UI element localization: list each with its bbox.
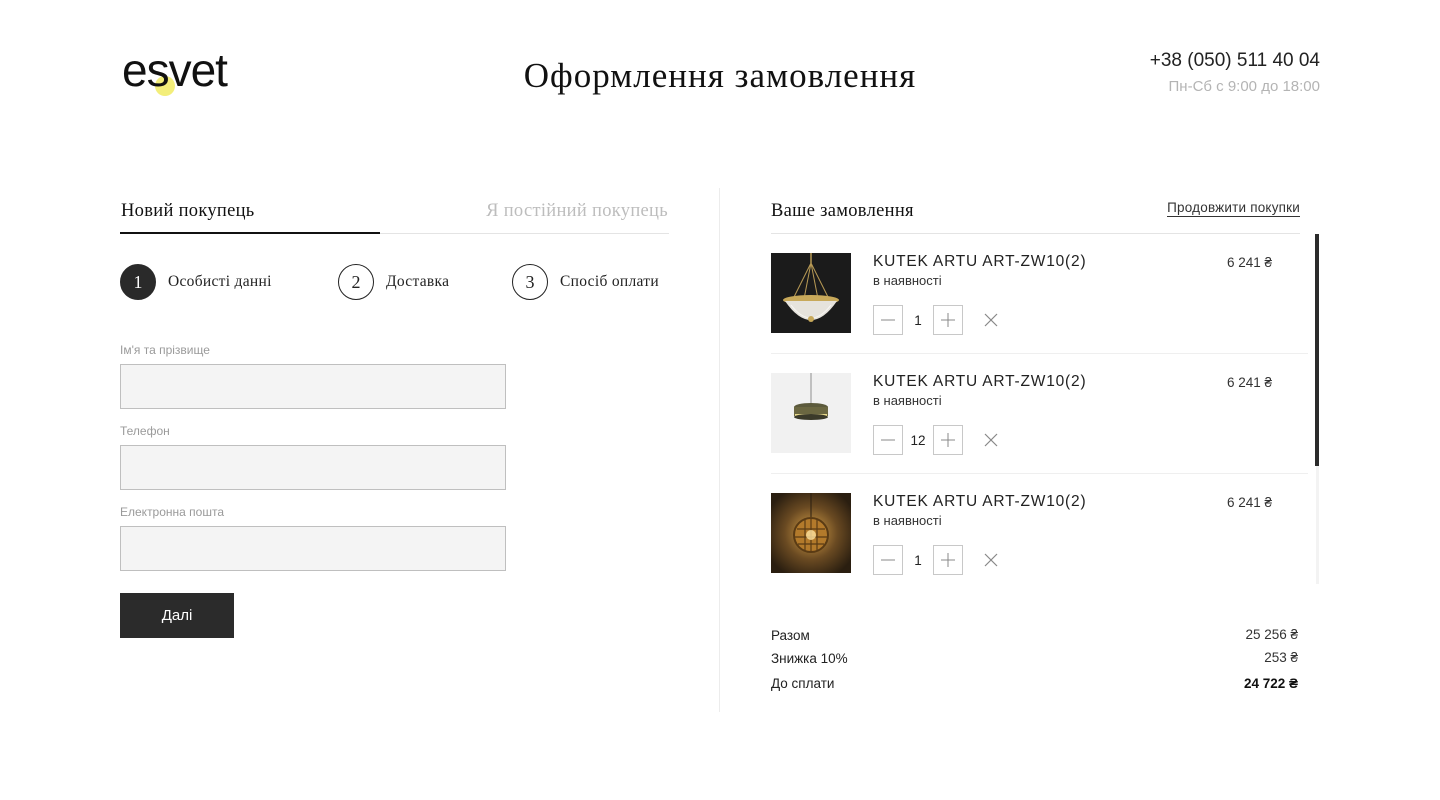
quantity-value[interactable]: 1 xyxy=(903,313,933,328)
plus-icon xyxy=(941,553,955,567)
step-label: Спосіб оплати xyxy=(560,273,659,290)
step-delivery[interactable]: 2 Доставка xyxy=(338,264,449,300)
plus-icon xyxy=(941,313,955,327)
name-field-label: Ім'я та прізвище xyxy=(120,343,210,357)
quantity-stepper: 12 xyxy=(873,425,999,455)
quantity-value[interactable]: 12 xyxy=(903,433,933,448)
tab-regular-customer[interactable]: Я постійний покупець xyxy=(486,201,668,222)
minus-icon xyxy=(881,559,895,561)
continue-shopping-link[interactable]: Продовжити покупки xyxy=(1167,200,1300,217)
product-image[interactable] xyxy=(771,253,851,333)
decrease-quantity-button[interactable] xyxy=(873,425,903,455)
stock-status: в наявності xyxy=(873,393,942,408)
discount-value: 253 ₴ xyxy=(1264,650,1298,665)
increase-quantity-button[interactable] xyxy=(933,425,963,455)
product-price: 6 241 ₴ xyxy=(1226,375,1272,390)
increase-quantity-button[interactable] xyxy=(933,545,963,575)
minus-icon xyxy=(881,439,895,441)
contact-phone[interactable]: +38 (050) 511 40 04 xyxy=(1150,50,1320,72)
subtotal-value: 25 256 ₴ xyxy=(1245,627,1298,642)
column-divider xyxy=(719,188,720,712)
email-field[interactable] xyxy=(120,526,506,571)
tab-new-customer[interactable]: Новий покупець xyxy=(121,201,255,222)
close-icon xyxy=(984,553,998,567)
stock-status: в наявності xyxy=(873,273,942,288)
increase-quantity-button[interactable] xyxy=(933,305,963,335)
step-number: 2 xyxy=(338,264,374,300)
step-number: 3 xyxy=(512,264,548,300)
subtotal-label: Разом xyxy=(771,628,810,643)
decrease-quantity-button[interactable] xyxy=(873,305,903,335)
item-separator xyxy=(771,473,1308,474)
phone-field[interactable] xyxy=(120,445,506,490)
order-scrollbar-thumb[interactable] xyxy=(1315,234,1319,466)
order-divider xyxy=(771,233,1300,234)
next-button[interactable]: Далі xyxy=(120,593,234,638)
total-to-pay-value: 24 722 ₴ xyxy=(1243,676,1298,691)
email-field-label: Електронна пошта xyxy=(120,505,225,519)
step-number: 1 xyxy=(120,264,156,300)
step-label: Доставка xyxy=(386,273,450,290)
name-field[interactable] xyxy=(120,364,506,409)
decrease-quantity-button[interactable] xyxy=(873,545,903,575)
working-hours: Пн-Сб с 9:00 до 18:00 xyxy=(1168,78,1320,95)
minus-icon xyxy=(881,319,895,321)
close-icon xyxy=(984,313,998,327)
order-title: Ваше замовлення xyxy=(771,201,914,221)
discount-label: Знижка 10% xyxy=(771,651,848,666)
quantity-stepper: 1 xyxy=(873,545,999,575)
quantity-stepper: 1 xyxy=(873,305,999,335)
product-price: 6 241 ₴ xyxy=(1226,495,1272,510)
remove-item-button[interactable] xyxy=(983,432,999,448)
product-name[interactable]: KUTEK ARTU ART-ZW10(2) xyxy=(873,373,1086,391)
product-name[interactable]: KUTEK ARTU ART-ZW10(2) xyxy=(873,253,1086,271)
product-name[interactable]: KUTEK ARTU ART-ZW10(2) xyxy=(873,493,1086,511)
product-price: 6 241 ₴ xyxy=(1226,255,1272,270)
item-separator xyxy=(771,353,1308,354)
stock-status: в наявності xyxy=(873,513,942,528)
product-image[interactable] xyxy=(771,493,851,573)
step-personal-data[interactable]: 1 Особисті данні xyxy=(120,264,272,300)
product-image[interactable] xyxy=(771,373,851,453)
remove-item-button[interactable] xyxy=(983,552,999,568)
quantity-value[interactable]: 1 xyxy=(903,553,933,568)
step-payment-method[interactable]: 3 Спосіб оплати xyxy=(512,264,659,300)
close-icon xyxy=(984,433,998,447)
total-to-pay-label: До сплати xyxy=(771,676,835,691)
phone-field-label: Телефон xyxy=(120,424,170,438)
step-label: Особисті данні xyxy=(168,273,272,290)
tab-active-indicator xyxy=(120,232,380,234)
remove-item-button[interactable] xyxy=(983,312,999,328)
plus-icon xyxy=(941,433,955,447)
